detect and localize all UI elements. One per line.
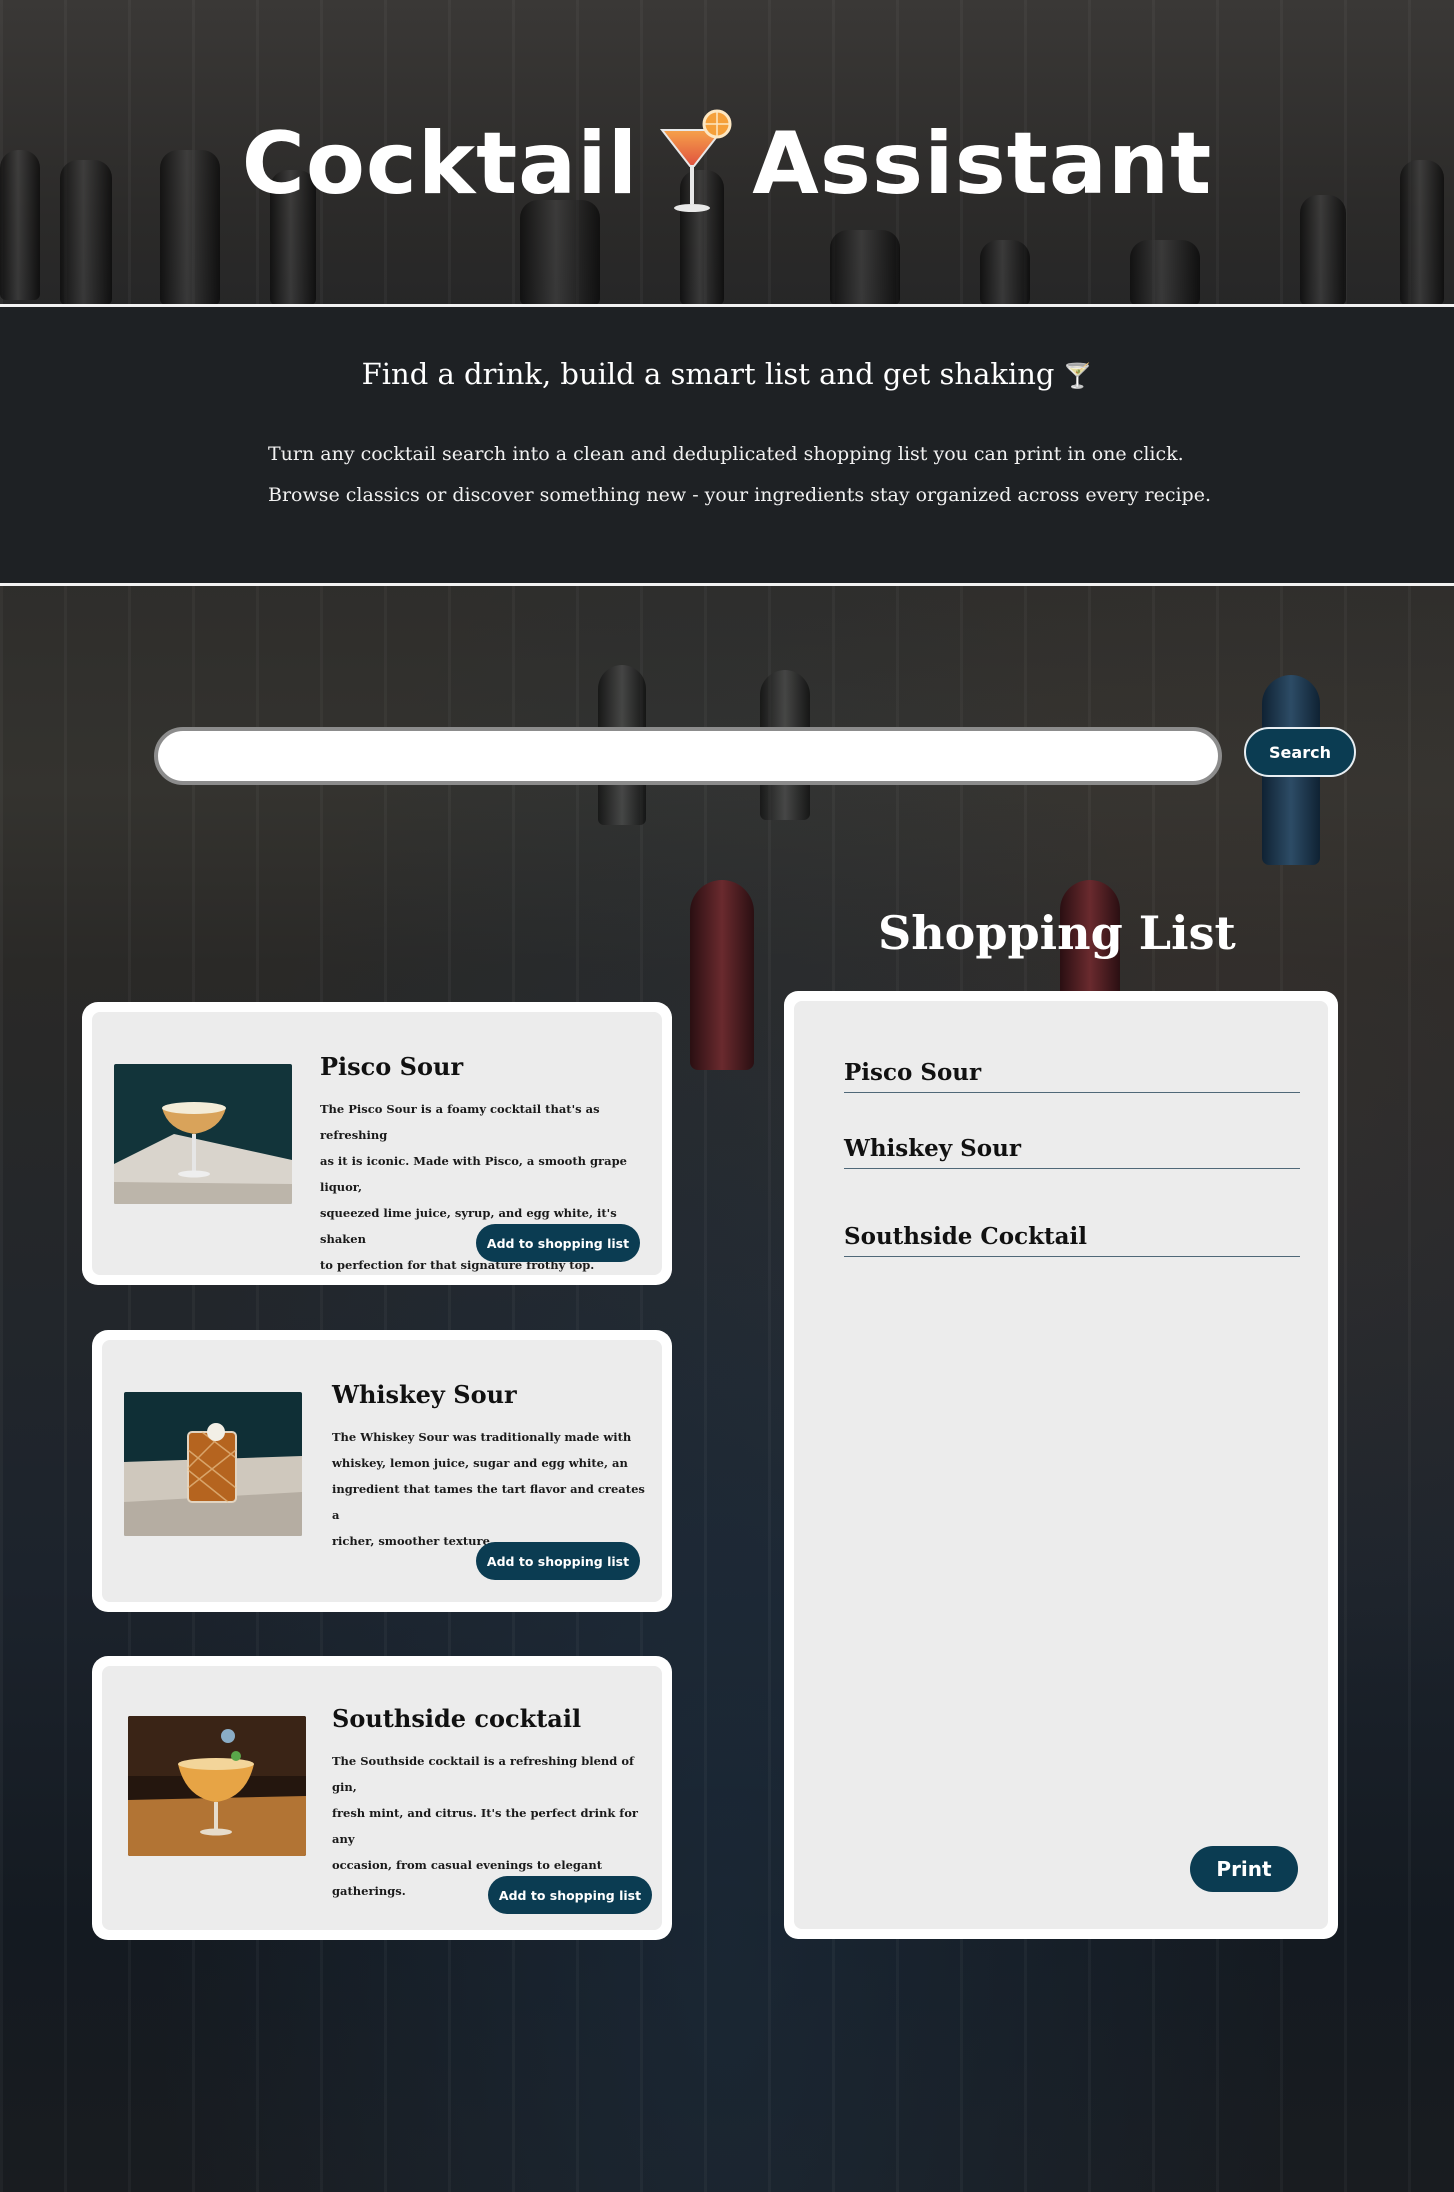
shopping-list-item: Southside Cocktail xyxy=(844,1223,1300,1257)
description-line: The Southside cocktail is a refreshing b… xyxy=(332,1754,634,1794)
bottle-shape xyxy=(1130,240,1200,305)
description-line: as it is iconic. Made with Pisco, a smoo… xyxy=(320,1154,627,1194)
description-line: The Pisco Sour is a foamy cocktail that'… xyxy=(320,1102,600,1142)
beer-tap-shape xyxy=(690,880,754,1070)
card-body: Southside cocktail The Southside cocktai… xyxy=(102,1666,662,1930)
bottle-shape xyxy=(830,230,900,305)
add-to-shopping-list-button[interactable]: Add to shopping list xyxy=(476,1224,640,1262)
tagline: Find a drink, build a smart list and get… xyxy=(0,357,1454,391)
description-line: fresh mint, and citrus. It's the perfect… xyxy=(332,1806,638,1846)
intro-line-1: Turn any cocktail search into a clean an… xyxy=(268,443,1184,465)
cocktail-card-pisco-sour: Pisco Sour The Pisco Sour is a foamy coc… xyxy=(82,1002,672,1285)
cocktail-glass-icon xyxy=(660,109,732,212)
intro-band: Find a drink, build a smart list and get… xyxy=(0,304,1454,586)
add-to-shopping-list-button[interactable]: Add to shopping list xyxy=(476,1542,640,1580)
add-to-shopping-list-button[interactable]: Add to shopping list xyxy=(488,1876,652,1914)
bottle-shape xyxy=(980,240,1030,305)
card-title: Whiskey Sour xyxy=(332,1380,517,1409)
intro-line-2: Browse classics or discover something ne… xyxy=(268,484,1211,506)
search-input[interactable] xyxy=(154,727,1222,785)
description-line: ingredient that tames the tart flavor an… xyxy=(332,1482,645,1522)
tagline-text: Find a drink, build a smart list and get… xyxy=(361,357,1055,391)
print-button[interactable]: Print xyxy=(1190,1846,1298,1892)
search-button[interactable]: Search xyxy=(1244,727,1356,777)
cocktail-card-whiskey-sour: Whiskey Sour The Whiskey Sour was tradit… xyxy=(92,1330,672,1612)
southside-cocktail-image xyxy=(128,1716,306,1856)
card-body: Pisco Sour The Pisco Sour is a foamy coc… xyxy=(92,1012,662,1275)
shopping-list-heading: Shopping List xyxy=(878,906,1236,960)
cocktail-card-southside: Southside cocktail The Southside cocktai… xyxy=(92,1656,672,1940)
whiskey-sour-image xyxy=(124,1392,302,1536)
app-title-right: Assistant xyxy=(752,114,1213,214)
shopping-list-body: Pisco Sour Whiskey Sour Southside Cockta… xyxy=(794,1001,1328,1929)
card-body: Whiskey Sour The Whiskey Sour was tradit… xyxy=(102,1340,662,1602)
shopping-list-panel: Pisco Sour Whiskey Sour Southside Cockta… xyxy=(784,991,1338,1939)
description-line: The Whiskey Sour was traditionally made … xyxy=(332,1430,632,1444)
pisco-sour-image xyxy=(114,1064,292,1204)
martini-glass-icon: 🍸 xyxy=(1062,362,1093,390)
card-title: Pisco Sour xyxy=(320,1052,464,1081)
description-line: whiskey, lemon juice, sugar and egg whit… xyxy=(332,1456,628,1470)
card-title: Southside cocktail xyxy=(332,1704,582,1733)
shopping-list-item: Pisco Sour xyxy=(844,1059,1300,1093)
shopping-list-item: Whiskey Sour xyxy=(844,1135,1300,1169)
app-title-left: Cocktail xyxy=(241,114,639,214)
app-title: Cocktail Assistant xyxy=(0,104,1454,224)
card-description: The Whiskey Sour was traditionally made … xyxy=(332,1424,652,1554)
